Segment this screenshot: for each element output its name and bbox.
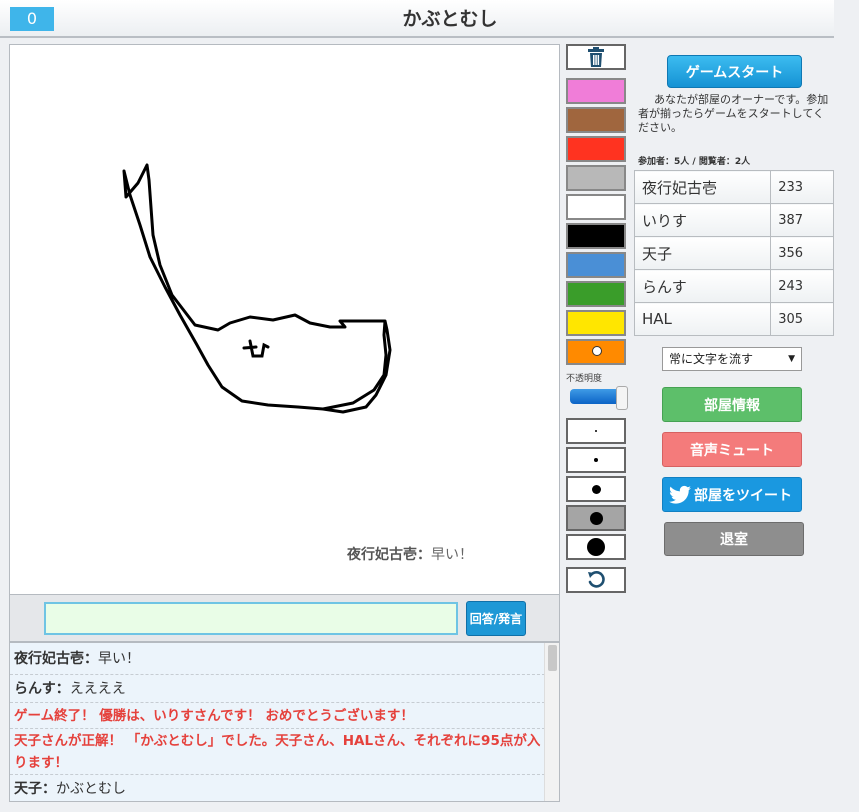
leave-room-button[interactable]: 退室 bbox=[664, 522, 804, 556]
brush-size-dot bbox=[589, 511, 603, 525]
player-name: 天子 bbox=[633, 236, 772, 270]
chat-author: 夜行妃古壱： bbox=[14, 651, 98, 667]
chat-row-system: 天子さんが正解！ 「かぶとむし」でした。天子さん、HALさん、それぞれに95点が… bbox=[10, 729, 545, 775]
color-swatch[interactable] bbox=[566, 339, 626, 365]
text-flow-select-value: 常に文字を流す bbox=[669, 352, 754, 366]
clear-canvas-button[interactable] bbox=[566, 44, 626, 70]
tweet-room-button[interactable]: 部屋をツイート bbox=[662, 477, 802, 512]
color-swatch[interactable] bbox=[566, 107, 626, 133]
answer-bar: 回答/発言 bbox=[9, 595, 560, 642]
color-swatch[interactable] bbox=[566, 165, 626, 191]
chat-log[interactable]: 夜行妃古壱：早い！ らんす：ええええ ゲーム終了！ 優勝は、いりすさんです！ お… bbox=[9, 642, 560, 802]
text-flow-select[interactable]: 常に文字を流す ▼ bbox=[662, 347, 802, 371]
brush-size-dot bbox=[595, 430, 597, 432]
color-swatch[interactable] bbox=[566, 223, 626, 249]
brush-size-dot bbox=[591, 484, 601, 494]
selected-color-indicator bbox=[592, 346, 602, 356]
comment-text: 早い！ bbox=[431, 547, 473, 563]
scrollbar-thumb[interactable] bbox=[548, 645, 557, 671]
undo-icon bbox=[588, 571, 605, 588]
opacity-slider-handle[interactable] bbox=[616, 386, 628, 410]
brush-size-button[interactable] bbox=[566, 418, 626, 444]
player-score: 356 bbox=[770, 236, 834, 270]
brush-size-dot bbox=[587, 538, 605, 556]
player-name: 夜行妃古壱 bbox=[633, 170, 772, 204]
page-title: かぶとむし bbox=[402, 8, 498, 30]
brush-size-button[interactable] bbox=[566, 534, 626, 560]
answer-submit-button[interactable]: 回答/発言 bbox=[466, 601, 526, 636]
trash-icon bbox=[588, 47, 604, 67]
header-bar: 0 かぶとむし bbox=[0, 0, 834, 38]
mute-button[interactable]: 音声ミュート bbox=[662, 432, 802, 467]
chat-row: 夜行妃古壱：早い！ bbox=[10, 643, 545, 675]
player-row: らんす 243 bbox=[633, 269, 834, 303]
player-row: 夜行妃古壱 233 bbox=[633, 170, 834, 204]
chat-row-system: ゲーム終了！ 優勝は、いりすさんです！ おめでとうございます！ bbox=[10, 703, 545, 729]
brush-size-button[interactable] bbox=[566, 505, 626, 531]
player-score: 387 bbox=[770, 203, 834, 237]
floating-comment: 夜行妃古壱：早い！ bbox=[347, 544, 473, 564]
chat-text: ええええ bbox=[69, 681, 126, 697]
tweet-room-label: 部屋をツイート bbox=[694, 487, 792, 504]
opacity-label: 不透明度 bbox=[566, 374, 603, 384]
twitter-bird-icon bbox=[669, 485, 691, 504]
owner-message: あなたが部屋のオーナーです。参加者が揃ったらゲームをスタートしてください。 bbox=[638, 93, 829, 134]
score-table: 夜行妃古壱 233 いりす 387 天子 356 らんす 243 HAL 305 bbox=[633, 170, 834, 336]
brush-size-dot bbox=[594, 458, 598, 462]
comment-author: 夜行妃古壱： bbox=[347, 547, 431, 563]
chat-row: 天子：かぶとむし bbox=[10, 775, 545, 801]
undo-button[interactable] bbox=[566, 567, 626, 593]
beetle-eye-stroke bbox=[242, 339, 270, 358]
room-info-button[interactable]: 部屋情報 bbox=[662, 387, 802, 422]
color-swatch[interactable] bbox=[566, 281, 626, 307]
player-score: 233 bbox=[770, 170, 834, 204]
chat-author: らんす： bbox=[14, 681, 70, 697]
chat-row: らんす：ええええ bbox=[10, 675, 545, 703]
player-row: いりす 387 bbox=[633, 203, 834, 237]
chat-scrollbar[interactable] bbox=[544, 643, 559, 801]
color-swatch[interactable] bbox=[566, 252, 626, 278]
participant-summary: 参加者：5人 / 閲覧者：2人 bbox=[638, 157, 751, 167]
chat-text: 早い！ bbox=[98, 651, 140, 667]
brush-size-button[interactable] bbox=[566, 447, 626, 473]
chat-author: 天子： bbox=[14, 781, 56, 797]
chat-text: かぶとむし bbox=[56, 781, 126, 797]
player-name: らんす bbox=[633, 269, 772, 303]
chat-system-text: ゲーム終了！ 優勝は、いりすさんです！ おめでとうございます！ bbox=[14, 708, 414, 724]
chat-system-text: 天子さんが正解！ 「かぶとむし」でした。天子さん、HALさん、それぞれに95点が… bbox=[14, 733, 541, 771]
player-score: 243 bbox=[770, 269, 834, 303]
player-row: HAL 305 bbox=[633, 302, 834, 336]
game-start-button[interactable]: ゲームスタート bbox=[667, 55, 802, 88]
dropdown-arrow-icon: ▼ bbox=[788, 354, 795, 364]
color-swatch[interactable] bbox=[566, 78, 626, 104]
player-name: いりす bbox=[633, 203, 772, 237]
drawing-canvas[interactable]: 夜行妃古壱：早い！ bbox=[9, 44, 560, 595]
opacity-slider-track[interactable] bbox=[570, 389, 620, 404]
answer-input[interactable] bbox=[44, 602, 458, 635]
color-swatch[interactable] bbox=[566, 310, 626, 336]
beetle-outline-stroke bbox=[122, 163, 392, 414]
player-score: 305 bbox=[770, 302, 834, 336]
color-swatch[interactable] bbox=[566, 194, 626, 220]
brush-size-button[interactable] bbox=[566, 476, 626, 502]
player-name: HAL bbox=[633, 302, 772, 336]
player-row: 天子 356 bbox=[633, 236, 834, 270]
color-swatch[interactable] bbox=[566, 136, 626, 162]
opacity-slider[interactable] bbox=[570, 386, 628, 410]
drawing-strokes bbox=[122, 163, 392, 414]
